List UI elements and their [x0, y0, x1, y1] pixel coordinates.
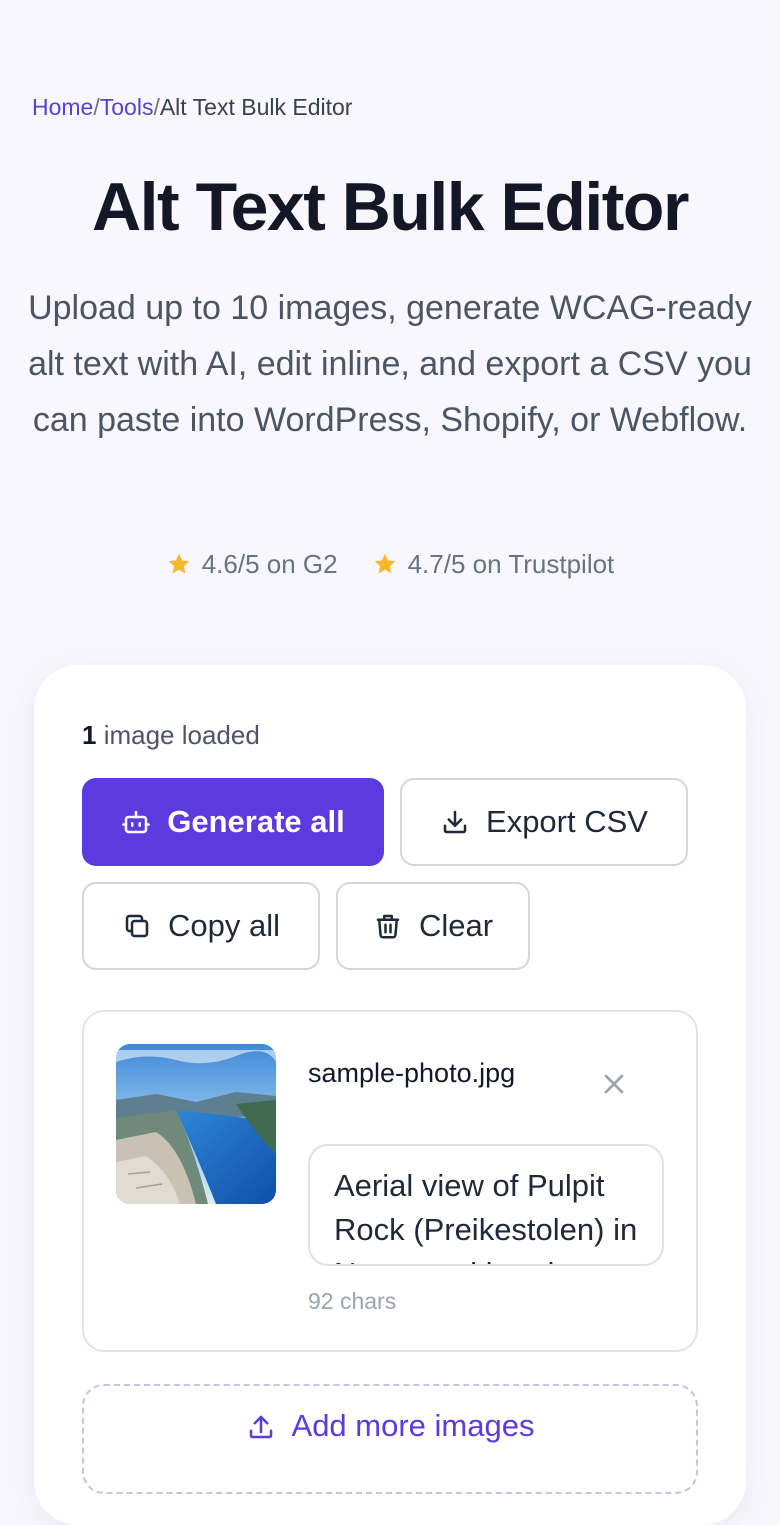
- download-icon: [440, 807, 470, 837]
- char-count: 92 chars: [308, 1288, 397, 1314]
- alt-text-field[interactable]: Aerial view of Pulpit Rock (Preikestolen…: [308, 1144, 664, 1266]
- star-icon: [168, 553, 189, 574]
- copy-icon: [122, 911, 152, 941]
- page-subtitle: Upload up to 10 images, generate WCAG-re…: [28, 289, 752, 439]
- rating-trustpilot-text: 4.7/5 on Trustpilot: [407, 549, 615, 579]
- rating-g2: 4.6/5 on G2: [166, 546, 338, 582]
- generate-all-label: Generate all: [167, 804, 345, 839]
- trash-icon: [373, 911, 403, 941]
- copy-all-label: Copy all: [168, 908, 280, 943]
- rating-trustpilot: 4.7/5 on Trustpilot: [372, 546, 615, 582]
- loaded-count-number: 1: [82, 720, 97, 750]
- export-csv-label: Export CSV: [486, 804, 648, 839]
- star-icon: [374, 553, 395, 574]
- generate-all-button[interactable]: Generate all: [82, 778, 384, 866]
- breadcrumb-home-link[interactable]: Home: [32, 94, 93, 120]
- upload-icon: [246, 1412, 276, 1492]
- export-csv-button[interactable]: Export CSV: [400, 778, 688, 866]
- image-thumbnail: [116, 1044, 276, 1204]
- remove-image-button[interactable]: [598, 1068, 630, 1100]
- breadcrumb: Home/Tools/Alt Text Bulk Editor: [32, 92, 352, 122]
- file-name: sample-photo.jpg: [308, 1058, 516, 1088]
- close-icon: [604, 1074, 624, 1094]
- images-loaded-count: 1 image loaded: [82, 718, 260, 752]
- clear-label: Clear: [418, 908, 494, 943]
- breadcrumb-tools-link[interactable]: Tools: [100, 94, 154, 120]
- loaded-count-label: image loaded: [96, 720, 260, 750]
- robot-icon: [121, 807, 151, 837]
- editor-card: 1 image loaded Generate all Export CSV C…: [34, 665, 746, 1525]
- image-item: sample-photo.jpg Aerial view of Pulpit R…: [82, 1010, 698, 1352]
- add-more-images-button[interactable]: Add more images: [82, 1384, 698, 1494]
- add-more-label: Add more images: [291, 1408, 535, 1443]
- breadcrumb-current: Alt Text Bulk Editor: [159, 94, 353, 120]
- clear-button[interactable]: Clear: [336, 882, 530, 970]
- page-title: Alt Text Bulk Editor: [92, 169, 689, 245]
- copy-all-button[interactable]: Copy all: [82, 882, 320, 970]
- ratings: 4.6/5 on G2 4.7/5 on Trustpilot: [0, 546, 780, 582]
- rating-g2-text: 4.6/5 on G2: [201, 549, 338, 579]
